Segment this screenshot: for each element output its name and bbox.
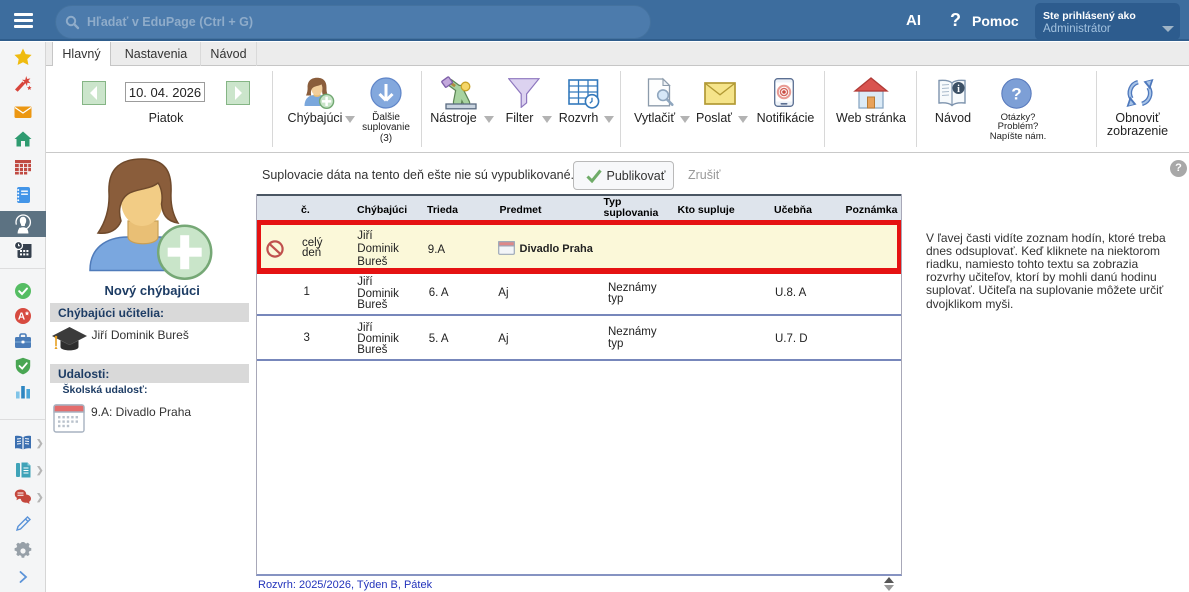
svg-text:A: A [18, 312, 25, 323]
svg-text:i: i [957, 84, 960, 95]
svg-text:?: ? [1011, 84, 1021, 103]
